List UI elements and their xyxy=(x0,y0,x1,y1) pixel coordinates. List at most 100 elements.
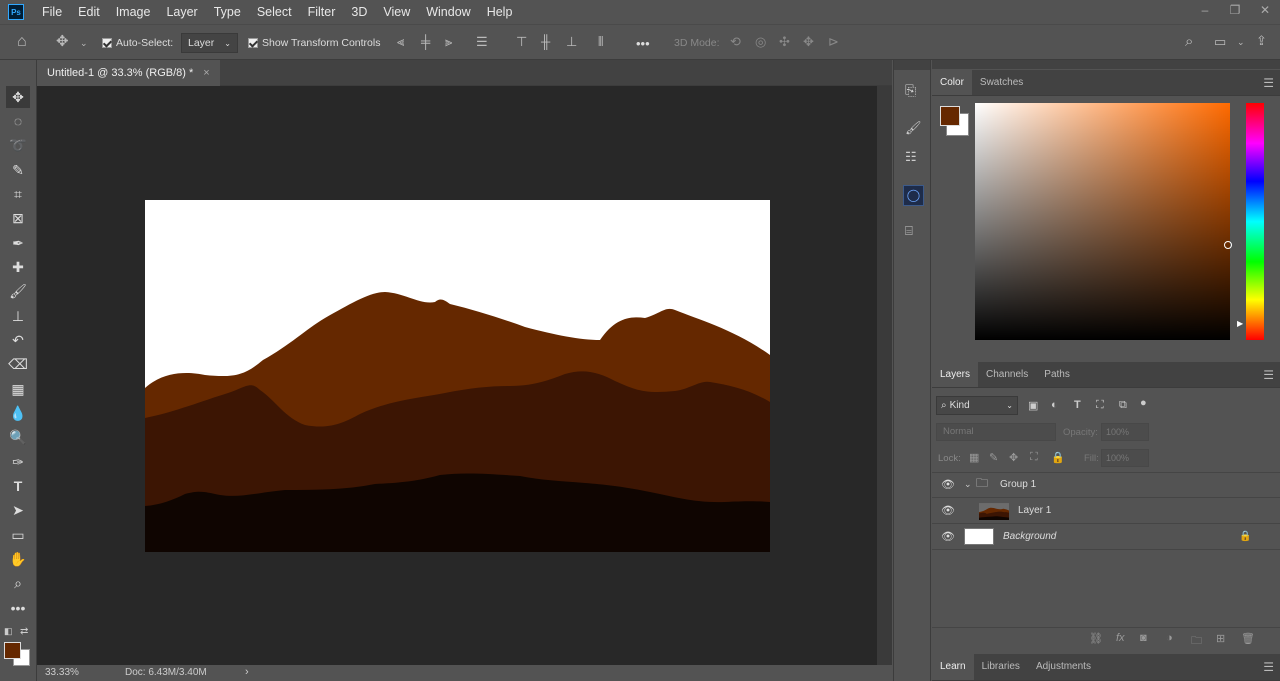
foreground-color-swatch[interactable] xyxy=(940,106,960,126)
gradient-tool-icon[interactable]: ▦ xyxy=(6,378,30,400)
align-bottom-icon[interactable]: ⊥ xyxy=(566,35,577,49)
menu-image[interactable]: Image xyxy=(108,0,159,24)
menu-view[interactable]: View xyxy=(375,0,418,24)
rectangle-tool-icon[interactable]: ▭ xyxy=(6,524,30,546)
tab-layers[interactable]: Layers xyxy=(932,362,979,387)
history-panel-icon[interactable]: ⎘ xyxy=(905,82,916,99)
hue-slider[interactable] xyxy=(1246,103,1264,340)
tab-learn[interactable]: Learn xyxy=(932,654,974,680)
vertical-scrollbar[interactable] xyxy=(877,86,892,665)
hand-tool-icon[interactable]: ✋ xyxy=(6,548,30,570)
fx-icon[interactable]: fx xyxy=(1116,632,1125,644)
menu-type[interactable]: Type xyxy=(206,0,249,24)
filter-type-icon[interactable]: T xyxy=(1074,399,1081,411)
workspace-icon[interactable]: ▭ xyxy=(1214,35,1226,49)
panel-menu-icon[interactable]: ☰ xyxy=(1263,654,1274,680)
menu-help[interactable]: Help xyxy=(479,0,521,24)
swap-colors-icon[interactable]: ⇄ xyxy=(20,626,28,637)
path-select-icon[interactable]: ➤ xyxy=(6,499,30,521)
layer-row-background[interactable]: 👁 Background 🔒 xyxy=(932,524,1280,550)
eyedropper-tool-icon[interactable]: ✒ xyxy=(6,232,30,254)
checkbox-checked-icon[interactable] xyxy=(102,38,112,48)
align-left-icon[interactable]: ⫷ xyxy=(397,35,404,49)
blur-tool-icon[interactable]: 💧 xyxy=(6,402,30,424)
blend-mode-dropdown[interactable]: Normal xyxy=(936,423,1056,441)
eye-icon[interactable]: 👁 xyxy=(941,504,955,517)
3d-pan-icon[interactable]: ✣ xyxy=(779,35,790,49)
eye-icon[interactable]: 👁 xyxy=(941,530,955,543)
minimize-icon[interactable]: – xyxy=(1190,0,1220,24)
menu-3d[interactable]: 3D xyxy=(343,0,375,24)
menu-edit[interactable]: Edit xyxy=(70,0,108,24)
hue-slider-marker[interactable]: ▶ xyxy=(1237,319,1243,328)
lock-position-icon[interactable]: ✥ xyxy=(1009,451,1018,464)
lasso-tool-icon[interactable]: ➰ xyxy=(6,134,30,156)
color-picker-field[interactable] xyxy=(975,103,1230,340)
close-icon[interactable]: ✕ xyxy=(1250,0,1280,24)
tab-channels[interactable]: Channels xyxy=(978,362,1036,387)
distribute-vertical-icon[interactable]: ☰ xyxy=(476,35,488,49)
lock-all-icon[interactable]: 🔒 xyxy=(1051,451,1065,464)
menu-window[interactable]: Window xyxy=(418,0,478,24)
close-tab-icon[interactable]: × xyxy=(203,67,209,79)
panel-menu-icon[interactable]: ☰ xyxy=(1263,362,1274,388)
eraser-tool-icon[interactable]: ⌫ xyxy=(6,353,30,375)
clone-stamp-icon[interactable]: ⊥ xyxy=(6,305,30,327)
move-tool-icon[interactable]: ✥ xyxy=(56,34,69,49)
transform-controls-checkbox[interactable]: Show Transform Controls xyxy=(248,25,380,61)
tab-paths[interactable]: Paths xyxy=(1036,362,1078,387)
properties-panel-icon[interactable]: ⌸ xyxy=(905,223,913,239)
frame-tool-icon[interactable]: ⊠ xyxy=(6,207,30,229)
more-options-button[interactable]: ••• xyxy=(636,25,650,61)
trash-icon[interactable]: 🗑 xyxy=(1241,632,1255,645)
3d-roll-icon[interactable]: ◎ xyxy=(755,35,766,49)
quick-select-tool-icon[interactable]: ✎ xyxy=(6,159,30,181)
libraries-panel-icon[interactable]: ◯ xyxy=(903,185,924,206)
layer-filter-dropdown[interactable]: ⌕ Kind ⌄ xyxy=(936,396,1018,415)
restore-icon[interactable]: ❐ xyxy=(1220,0,1250,24)
lock-transparent-icon[interactable]: ▦ xyxy=(969,451,979,464)
canvas-workspace[interactable] xyxy=(37,86,877,665)
status-arrow-icon[interactable]: › xyxy=(245,666,249,678)
document-tab[interactable]: Untitled-1 @ 33.3% (RGB/8) * × xyxy=(37,60,220,86)
chevron-down-icon[interactable]: ⌄ xyxy=(80,36,88,50)
menu-file[interactable]: File xyxy=(34,0,70,24)
dodge-tool-icon[interactable]: 🔍 xyxy=(6,426,30,448)
filter-pixel-icon[interactable]: ▣ xyxy=(1028,399,1038,412)
more-tools-icon[interactable]: ••• xyxy=(6,597,30,619)
align-vcenter-icon[interactable]: ╫ xyxy=(541,35,550,49)
chevron-down-icon[interactable]: ⌄ xyxy=(1237,35,1245,49)
new-layer-icon[interactable]: ⊞ xyxy=(1216,632,1225,645)
zoom-level[interactable]: 33.33% xyxy=(45,667,79,678)
3d-rotate-icon[interactable]: ⟲ xyxy=(730,35,741,49)
auto-select-checkbox[interactable]: Auto-Select: xyxy=(102,25,173,61)
auto-select-target-dropdown[interactable]: Layer ⌄ xyxy=(181,25,238,61)
adjustment-layer-icon[interactable]: ◑ xyxy=(1166,632,1173,644)
menu-filter[interactable]: Filter xyxy=(300,0,344,24)
layer-row-group-1[interactable]: 👁 ⌄ 🗀 Group 1 xyxy=(932,472,1280,498)
tab-adjustments[interactable]: Adjustments xyxy=(1028,654,1099,680)
panel-menu-icon[interactable]: ☰ xyxy=(1263,70,1274,96)
distribute-horizontal-icon[interactable]: ⫴ xyxy=(598,35,603,49)
history-brush-icon[interactable]: ↶ xyxy=(6,329,30,351)
tab-libraries[interactable]: Libraries xyxy=(974,654,1028,680)
default-colors-icon[interactable]: ◧ xyxy=(4,626,13,637)
lock-pixels-icon[interactable]: ✎ xyxy=(989,451,998,464)
crop-tool-icon[interactable]: ⌗ xyxy=(6,183,30,205)
menu-layer[interactable]: Layer xyxy=(158,0,205,24)
chevron-down-icon[interactable]: ⌄ xyxy=(964,479,972,490)
brush-tool-icon[interactable]: 🖌 xyxy=(6,280,30,302)
pen-tool-icon[interactable]: ✑ xyxy=(6,451,30,473)
filter-shape-icon[interactable]: ⛶ xyxy=(1096,399,1104,412)
search-icon[interactable]: ⌕ xyxy=(1185,34,1193,49)
checkbox-checked-icon[interactable] xyxy=(248,38,258,48)
filter-smart-object-icon[interactable]: ⧉ xyxy=(1119,399,1127,412)
type-tool-icon[interactable]: T xyxy=(6,475,30,497)
fill-field[interactable]: 100% xyxy=(1101,449,1149,467)
lock-artboard-icon[interactable]: ⛶ xyxy=(1030,451,1038,464)
share-icon[interactable]: ⇪ xyxy=(1256,34,1267,48)
move-tool-icon[interactable]: ✥ xyxy=(6,86,30,108)
healing-brush-icon[interactable]: ✚ xyxy=(6,256,30,278)
menu-select[interactable]: Select xyxy=(249,0,300,24)
filter-toggle-icon[interactable]: ● xyxy=(1140,397,1147,409)
